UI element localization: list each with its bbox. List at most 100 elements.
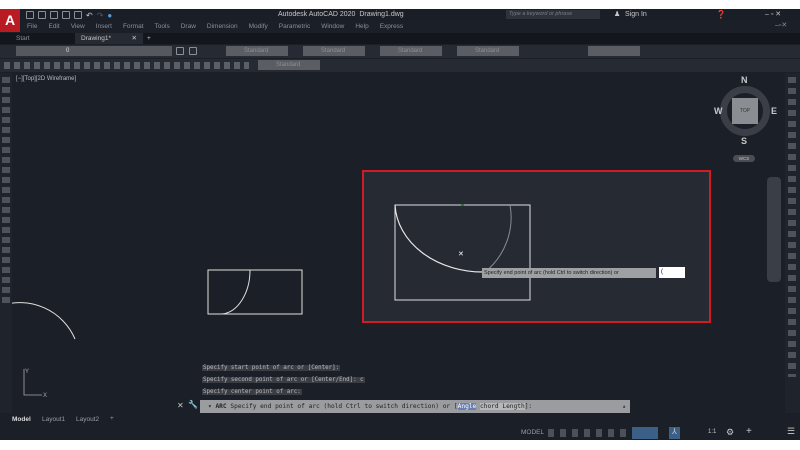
document-title: Drawing1.dwg	[359, 11, 404, 18]
dimension-toolbar: Standard	[0, 59, 800, 72]
command-line[interactable]: ▾ ARC Specify end point of arc (hold Ctr…	[200, 400, 630, 413]
save-icon[interactable]	[50, 11, 58, 19]
menu-view[interactable]: View	[71, 23, 85, 30]
help-icon[interactable]: ❓	[716, 10, 726, 19]
arc-left	[12, 302, 76, 340]
title-bar: A ↶ ↷ ● Autodesk AutoCAD 2020 Drawing1.d…	[0, 9, 800, 32]
compass-s[interactable]: S	[741, 136, 747, 146]
tab-start[interactable]: Start	[0, 33, 75, 44]
annotation-scale[interactable]: 1:1	[708, 429, 716, 435]
visual-style-dropdown[interactable]	[588, 46, 640, 56]
menu-tools[interactable]: Tools	[155, 23, 170, 30]
option-angle[interactable]: Angle	[457, 403, 477, 410]
command-history-line: Specify start point of arc or [Center]:	[202, 365, 341, 371]
menu-help[interactable]: Help	[355, 23, 368, 30]
app-title: Autodesk AutoCAD 2020	[278, 11, 356, 18]
viewcube-top-face[interactable]: TOP	[732, 98, 758, 124]
table-style-dropdown[interactable]: Standard	[380, 46, 442, 56]
tab-label: Drawing1*	[81, 35, 111, 42]
ucs-icon: YX	[23, 369, 47, 399]
command-name: ARC	[215, 403, 227, 410]
compass-e[interactable]: E	[771, 106, 777, 116]
status-bar: MODEL ⅄ 1:1 ⚙ + ☰	[0, 426, 800, 440]
add-layout-icon[interactable]: +	[110, 415, 114, 422]
menu-dimension[interactable]: Dimension	[207, 23, 238, 30]
saveas-icon[interactable]	[62, 11, 70, 19]
text-style-dropdown[interactable]: Standard	[226, 46, 288, 56]
layout-tabs: Model Layout1 Layout2 +	[0, 414, 800, 426]
user-icon: ♟	[614, 11, 621, 18]
new-icon[interactable]	[26, 11, 34, 19]
dynamic-input-tooltip: Specify end point of arc (hold Ctrl to s…	[482, 268, 656, 278]
menu-insert[interactable]: Insert	[96, 23, 112, 30]
tab-drawing1[interactable]: Drawing1* ✕	[75, 33, 143, 44]
tab-model[interactable]: Model	[12, 416, 31, 423]
menu-parametric[interactable]: Parametric	[279, 23, 310, 30]
workspace-icon[interactable]: ●	[107, 11, 112, 20]
tab-label: Start	[16, 35, 30, 42]
draw-toolbar	[0, 73, 12, 413]
draw-tool-icons[interactable]	[2, 77, 10, 307]
wcs-menu[interactable]: WCS	[733, 155, 755, 162]
history-toggle-icon[interactable]: ▴	[622, 400, 626, 413]
dim-style-dropdown[interactable]: Standard	[303, 46, 365, 56]
menu-edit[interactable]: Edit	[48, 23, 59, 30]
small-rectangle	[207, 269, 303, 315]
small-arc	[221, 269, 251, 315]
doc-window-controls[interactable]: –▫✕	[775, 21, 787, 29]
redo-icon[interactable]: ↷	[97, 11, 104, 20]
plot-icon[interactable]	[74, 11, 82, 19]
cursor-crosshair: ✕	[458, 251, 464, 258]
menu-express[interactable]: Express	[380, 23, 403, 30]
sign-in-link[interactable]: Sign In	[625, 11, 647, 18]
command-history-line: Specify center point of arc:	[202, 389, 302, 395]
drawing-canvas: YX ✕	[12, 170, 711, 399]
menu-icon[interactable]: ☰	[787, 426, 795, 437]
undo-icon[interactable]: ↶	[86, 11, 93, 20]
menu-file[interactable]: File	[27, 23, 37, 30]
drawing-viewport[interactable]: [−][Top][2D Wireframe] YX ✕ Specify end …	[12, 73, 785, 413]
search-input[interactable]: Type a keyword or phrase	[506, 10, 600, 19]
menu-modify[interactable]: Modify	[249, 23, 268, 30]
modify-tool-icons[interactable]	[788, 77, 796, 377]
navigation-bar[interactable]	[767, 177, 781, 282]
customize-command-icon[interactable]: 🔧	[188, 400, 198, 409]
quick-access-toolbar: ↶ ↷ ●	[26, 11, 112, 20]
menu-format[interactable]: Format	[123, 23, 144, 30]
option-chord-length[interactable]: chord Length	[480, 403, 525, 410]
dynamic-input-field[interactable]: (	[659, 267, 685, 278]
file-tabs: Start Drawing1* ✕ +	[0, 33, 800, 44]
svg-text:X: X	[43, 393, 47, 399]
layer-icon[interactable]	[176, 47, 184, 55]
tab-layout2[interactable]: Layout2	[76, 416, 99, 423]
mleader-style-dropdown[interactable]: Standard	[457, 46, 519, 56]
plus-icon[interactable]: +	[746, 426, 752, 437]
annotation-toggle[interactable]: ⅄	[669, 427, 680, 439]
menu-draw[interactable]: Draw	[181, 23, 196, 30]
layer-dropdown[interactable]: 0	[16, 46, 172, 56]
menu-window[interactable]: Window	[321, 23, 344, 30]
autocad-window: A ↶ ↷ ● Autodesk AutoCAD 2020 Drawing1.d…	[0, 9, 800, 440]
modify-toolbar	[785, 73, 800, 413]
compass-w[interactable]: W	[714, 106, 723, 116]
tooltip-text: Specify end point of arc (hold Ctrl to s…	[484, 270, 619, 276]
gear-icon[interactable]: ⚙	[726, 427, 734, 438]
model-space-toggle[interactable]: MODEL	[521, 429, 544, 436]
compass-n[interactable]: N	[741, 75, 748, 85]
close-tab-icon[interactable]: ✕	[132, 33, 137, 44]
close-command-icon[interactable]: ✕	[177, 401, 184, 410]
dimension-tool-icons[interactable]	[4, 62, 249, 69]
properties-toolbar: 0 Standard Standard Standard Standard	[0, 45, 800, 58]
window-controls[interactable]: – ▫ ✕	[765, 10, 781, 18]
command-history-line: Specify second point of arc or [Center/E…	[202, 377, 365, 383]
dimstyle-dropdown[interactable]: Standard	[258, 60, 320, 70]
command-suffix: ]:	[524, 403, 533, 410]
svg-text:Y: Y	[25, 369, 29, 375]
tab-layout1[interactable]: Layout1	[42, 416, 65, 423]
open-icon[interactable]	[38, 11, 46, 19]
menu-bar: File Edit View Insert Format Tools Draw Dimensi…	[0, 21, 800, 32]
command-prompt: Specify end point of arc (hold Ctrl to s…	[230, 403, 458, 410]
ortho-snap-active[interactable]	[632, 427, 658, 439]
layer-match-icon[interactable]	[189, 47, 197, 55]
new-tab-icon[interactable]: +	[147, 33, 151, 44]
